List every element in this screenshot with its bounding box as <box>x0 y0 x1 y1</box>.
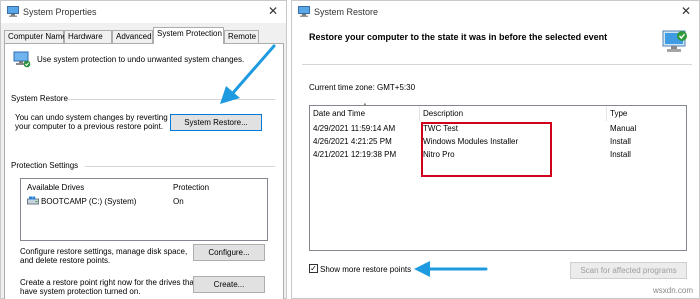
annotation-arrow <box>414 261 488 277</box>
column-header-description[interactable]: Description <box>420 106 607 121</box>
drive-name: BOOTCAMP (C:) (System) <box>41 197 137 206</box>
column-header-date-and-time[interactable]: Date and Time <box>310 106 420 121</box>
column-header-protection: Protection <box>173 183 210 192</box>
close-button[interactable]: ✕ <box>268 4 278 18</box>
configure-description-1: Configure restore settings, manage disk … <box>20 247 188 256</box>
restore-points-table[interactable]: Date and Time ▲ Description Type 4/29/20… <box>309 102 687 251</box>
watermark: wsxdn.com <box>653 286 694 295</box>
window-title: System Properties <box>23 7 97 17</box>
restore-point-type: Manual <box>610 124 637 133</box>
computer-icon <box>7 6 19 17</box>
group-divider <box>85 166 275 167</box>
protection-settings-group-label: Protection Settings <box>11 161 79 170</box>
show-more-checkbox[interactable]: ✓ <box>309 264 318 273</box>
column-header-label: Description <box>423 109 464 118</box>
drive-row[interactable]: BOOTCAMP (C:) (System) On <box>23 195 265 207</box>
tab-hardware[interactable]: Hardware <box>64 30 112 43</box>
current-time-zone: Current time zone: GMT+5:30 <box>309 83 416 92</box>
configure-button[interactable]: Configure... <box>193 244 265 261</box>
system-restore-icon <box>298 6 310 17</box>
create-button[interactable]: Create... <box>193 276 265 293</box>
configure-description-2: and delete restore points. <box>20 256 111 265</box>
restore-point-date: 4/21/2021 12:19:38 PM <box>313 150 397 159</box>
restore-point-date: 4/29/2021 11:59:14 AM <box>313 124 396 133</box>
system-restore-group-label: System Restore <box>11 94 68 103</box>
system-restore-window: System Restore ✕ Restore your computer t… <box>291 0 700 299</box>
column-header-type[interactable]: Type <box>607 106 687 121</box>
restore-point-type: Install <box>610 150 631 159</box>
title-bar: System Restore ✕ <box>292 1 699 23</box>
annotation-arrow <box>220 44 276 104</box>
system-restore-description-1: You can undo system changes by reverting <box>15 113 168 122</box>
header-divider <box>302 64 692 65</box>
sort-up-icon: ▲ <box>362 102 368 108</box>
column-header-label: Date and Time <box>313 109 366 118</box>
drive-icon <box>27 196 39 205</box>
window-title: System Restore <box>314 7 379 17</box>
page-heading: Restore your computer to the state it wa… <box>309 32 608 42</box>
create-description-2: have system protection turned on. <box>20 287 141 296</box>
drive-protection-status: On <box>173 197 184 206</box>
show-more-label[interactable]: Show more restore points <box>320 265 411 274</box>
system-restore-button[interactable]: System Restore... <box>170 114 262 131</box>
title-bar: System Properties ✕ <box>1 1 286 23</box>
column-header-available-drives: Available Drives <box>27 183 85 192</box>
create-description-1: Create a restore point right now for the… <box>20 278 197 287</box>
system-restore-wizard-icon <box>662 30 687 52</box>
tab-advanced[interactable]: Advanced <box>112 30 153 43</box>
description-highlight-box <box>421 122 552 177</box>
drives-list[interactable]: Available Drives Protection BOOTCAMP (C:… <box>20 178 268 241</box>
system-restore-description-2: your computer to a previous restore poin… <box>15 122 164 131</box>
column-header-label: Type <box>610 109 628 118</box>
tab-system-protection[interactable]: System Protection <box>153 27 224 44</box>
restore-point-date: 4/26/2021 4:21:25 PM <box>313 137 392 146</box>
restore-point-type: Install <box>610 137 631 146</box>
scan-affected-programs-button[interactable]: Scan for affected programs <box>570 262 687 279</box>
system-protection-icon <box>13 51 31 68</box>
tab-computer-name[interactable]: Computer Name <box>4 30 67 43</box>
close-button[interactable]: ✕ <box>681 4 691 18</box>
